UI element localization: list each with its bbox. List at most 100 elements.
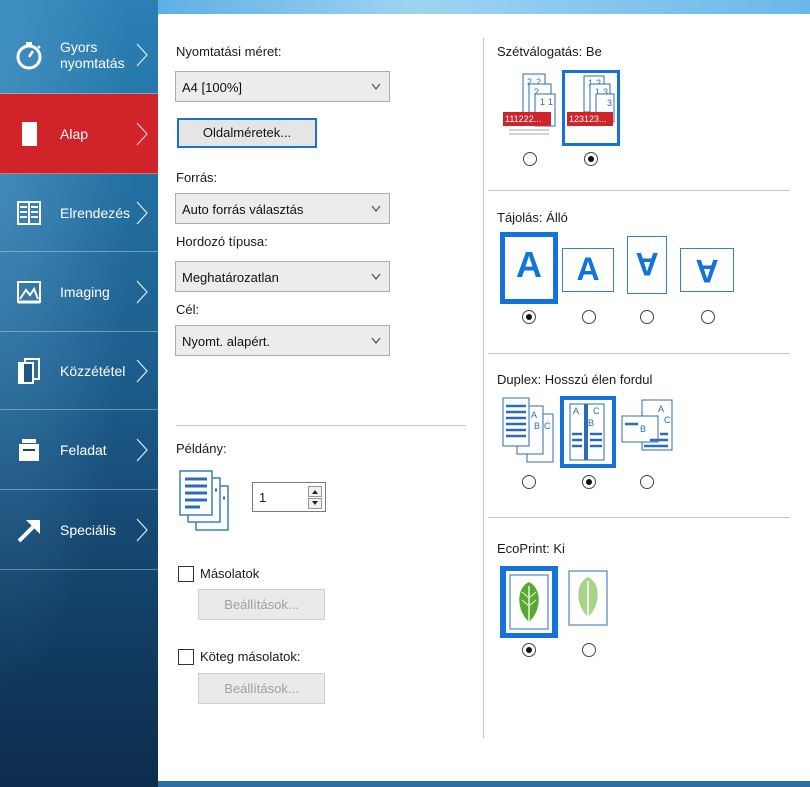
chevron-down-icon bbox=[371, 337, 381, 345]
copies-stepper[interactable]: 1 bbox=[252, 482, 326, 512]
ecoprint-label: EcoPrint: Ki bbox=[497, 541, 565, 556]
sidebar-item-advanced[interactable]: Speciális bbox=[0, 490, 158, 570]
batch-copies-checkbox[interactable] bbox=[178, 649, 194, 665]
batch-copies-label: Köteg másolatok: bbox=[200, 649, 301, 664]
column-divider bbox=[483, 38, 484, 738]
ecoprint-on-option[interactable] bbox=[568, 570, 608, 626]
bottom-strip bbox=[158, 781, 810, 787]
ecoprint-off-radio[interactable] bbox=[522, 643, 536, 657]
svg-text:1: 1 bbox=[548, 97, 553, 107]
duplex-off-radio[interactable] bbox=[522, 475, 536, 489]
orientation-landscape-radio[interactable] bbox=[582, 310, 596, 324]
orientation-rotated-portrait-radio[interactable] bbox=[640, 310, 654, 324]
media-type-select[interactable]: Meghatározatlan bbox=[175, 261, 390, 292]
image-icon bbox=[14, 277, 44, 307]
divider bbox=[488, 353, 790, 354]
print-size-select[interactable]: A4 [100%] bbox=[175, 71, 390, 102]
chevron-down-icon bbox=[371, 83, 381, 91]
collate-on-text: 123123... bbox=[569, 114, 607, 124]
sidebar-item-label: Speciális bbox=[60, 521, 117, 538]
svg-text:B: B bbox=[640, 424, 646, 434]
orientation-letter: A bbox=[576, 251, 600, 287]
sidebar-item-label: Gyors nyomtatás bbox=[60, 38, 125, 71]
svg-text:1: 1 bbox=[540, 97, 545, 107]
chevron-right-icon bbox=[136, 122, 148, 145]
source-label: Forrás: bbox=[176, 170, 218, 185]
duplex-long-edge-radio[interactable] bbox=[582, 475, 596, 489]
orientation-portrait-option[interactable]: A bbox=[500, 232, 558, 304]
collate-off-radio[interactable] bbox=[523, 152, 537, 166]
collate-label: Szétválogatás: Be bbox=[497, 44, 602, 59]
sidebar-item-label: Elrendezés bbox=[60, 204, 131, 221]
sidebar-item-quick-print[interactable]: Gyors nyomtatás bbox=[0, 16, 158, 94]
divider bbox=[488, 517, 790, 518]
sidebar-item-layout[interactable]: Elrendezés bbox=[0, 174, 158, 252]
orientation-letter: A bbox=[635, 246, 659, 282]
orientation-portrait-radio[interactable] bbox=[522, 310, 536, 324]
ecoprint-off-option[interactable] bbox=[500, 566, 558, 638]
sidebar-item-job[interactable]: Feladat bbox=[0, 410, 158, 490]
orientation-landscape-option[interactable]: A bbox=[562, 248, 614, 292]
svg-text:B: B bbox=[534, 421, 540, 431]
chevron-right-icon bbox=[136, 359, 148, 382]
page-sizes-button[interactable]: Oldalméretek... bbox=[177, 118, 317, 148]
sidebar-item-basic[interactable]: Alap bbox=[0, 94, 158, 174]
svg-text:A: A bbox=[531, 410, 537, 420]
job-icon bbox=[14, 435, 44, 465]
media-type-value: Meghatározatlan bbox=[182, 270, 279, 285]
chevron-right-icon bbox=[136, 438, 148, 461]
duplex-label: Duplex: Hosszú élen fordul bbox=[497, 372, 653, 387]
copies-settings-button[interactable]: Beállítások... bbox=[198, 589, 325, 620]
batch-settings-button[interactable]: Beállítások... bbox=[198, 673, 325, 704]
orientation-rotated-landscape-option[interactable]: A bbox=[680, 248, 734, 292]
svg-text:A: A bbox=[658, 404, 664, 414]
stepper-up-button[interactable] bbox=[308, 486, 322, 497]
copies-checkbox-label: Másolatok bbox=[200, 566, 260, 581]
duplex-off-option[interactable]: A B C bbox=[501, 396, 556, 464]
divider bbox=[488, 190, 790, 191]
source-value: Auto forrás választás bbox=[182, 202, 304, 217]
publish-icon bbox=[14, 356, 44, 386]
duplex-short-edge-radio[interactable] bbox=[640, 475, 654, 489]
destination-select[interactable]: Nyomt. alapért. bbox=[175, 325, 390, 356]
sidebar-item-imaging[interactable]: Imaging bbox=[0, 252, 158, 332]
sidebar: Gyors nyomtatás Alap Elrendezés Imaging K… bbox=[0, 0, 158, 787]
collate-off-option[interactable]: 22 2 11 111222... bbox=[499, 70, 559, 146]
duplex-short-edge-option[interactable]: A C B bbox=[620, 398, 676, 464]
stepper-down-button[interactable] bbox=[308, 498, 322, 509]
page-icon bbox=[14, 119, 44, 149]
sidebar-item-label: Feladat bbox=[60, 441, 107, 458]
duplex-long-edge-option[interactable]: A C B bbox=[560, 396, 616, 468]
copies-value: 1 bbox=[259, 490, 267, 505]
chevron-right-icon bbox=[136, 201, 148, 224]
sidebar-item-label: Közzététel bbox=[60, 362, 126, 379]
chevron-right-icon bbox=[136, 280, 148, 303]
orientation-rotated-landscape-radio[interactable] bbox=[701, 310, 715, 324]
orientation-letter: A bbox=[516, 244, 542, 285]
copies-stack-icon bbox=[178, 470, 232, 535]
svg-text:C: C bbox=[664, 415, 671, 425]
orientation-letter: A bbox=[695, 253, 719, 289]
chevron-right-icon bbox=[136, 518, 148, 541]
destination-label: Cél: bbox=[176, 302, 200, 317]
layout-icon bbox=[14, 198, 44, 228]
collate-on-option[interactable]: 12 13 3 123123... bbox=[562, 70, 620, 146]
stopwatch-icon bbox=[14, 40, 44, 70]
top-strip bbox=[158, 0, 810, 14]
svg-text:C: C bbox=[544, 421, 551, 431]
collate-on-radio[interactable] bbox=[584, 152, 598, 166]
sidebar-item-label: Alap bbox=[60, 125, 89, 142]
svg-text:A: A bbox=[573, 406, 579, 416]
source-select[interactable]: Auto forrás választás bbox=[175, 193, 390, 224]
sidebar-item-label: Imaging bbox=[60, 283, 110, 300]
copies-checkbox[interactable] bbox=[178, 566, 194, 582]
divider bbox=[176, 425, 466, 426]
svg-text:C: C bbox=[593, 406, 600, 416]
collate-off-text: 111222... bbox=[505, 114, 542, 124]
orientation-rotated-portrait-option[interactable]: A bbox=[627, 236, 667, 294]
print-size-value: A4 [100%] bbox=[182, 80, 242, 95]
orientation-label: Tájolás: Álló bbox=[497, 210, 568, 225]
ecoprint-on-radio[interactable] bbox=[582, 643, 596, 657]
sidebar-item-publishing[interactable]: Közzététel bbox=[0, 332, 158, 410]
destination-value: Nyomt. alapért. bbox=[182, 334, 271, 349]
